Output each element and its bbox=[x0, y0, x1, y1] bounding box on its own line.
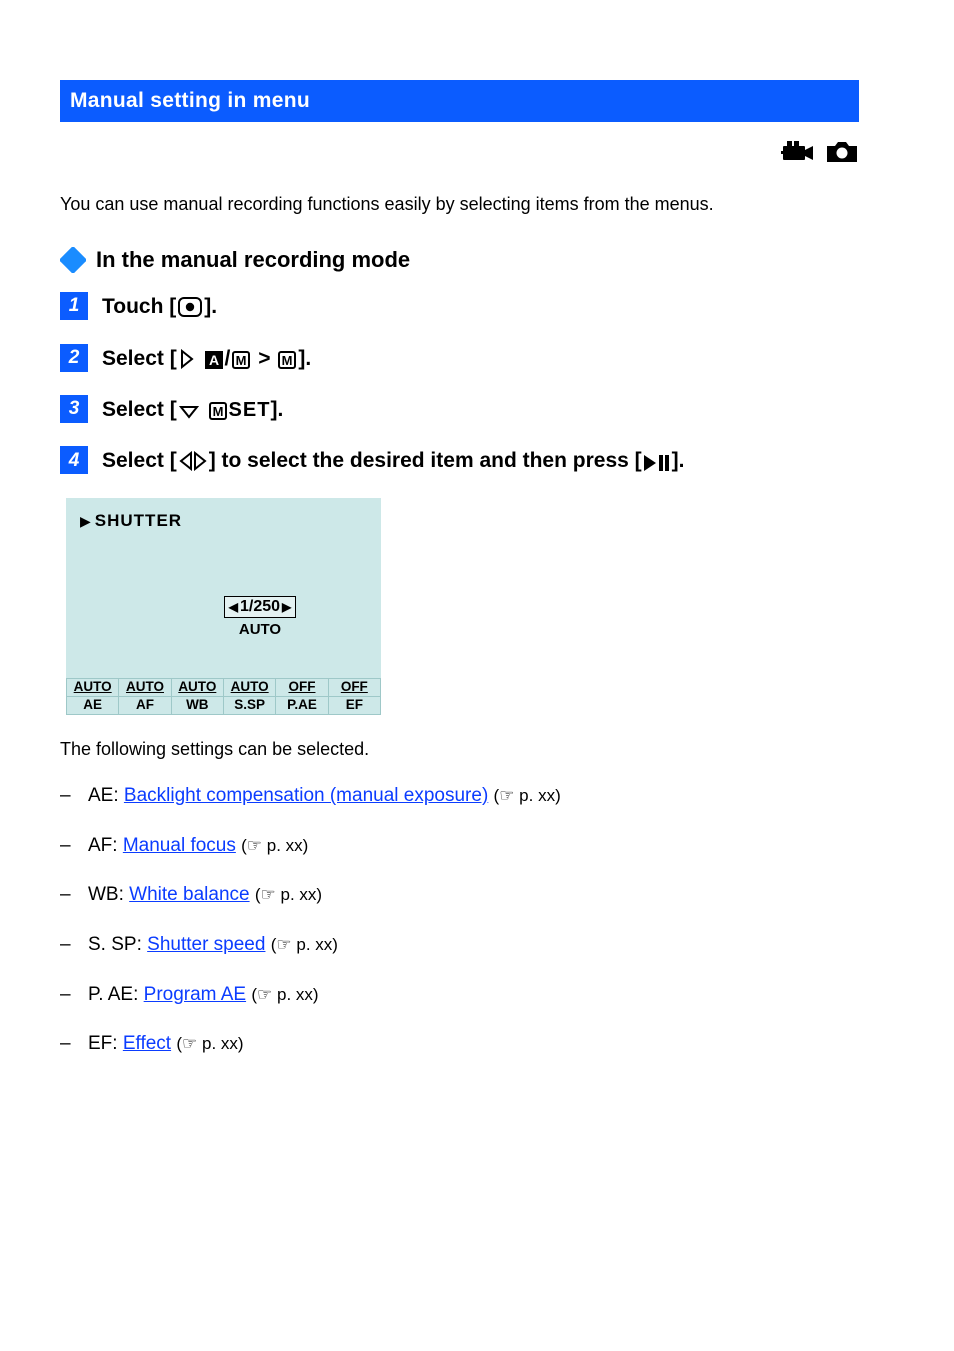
bullet: – bbox=[60, 1031, 88, 1057]
setting-link-ae[interactable]: Backlight compensation (manual exposure) bbox=[124, 785, 488, 806]
list-item: – AE: Backlight compensation (manual exp… bbox=[60, 783, 859, 809]
cell: OFF bbox=[276, 678, 328, 696]
lead-label: In the manual recording mode bbox=[96, 245, 410, 275]
right-arrow-icon bbox=[179, 349, 195, 369]
left-right-arrows-icon bbox=[179, 451, 207, 471]
settings-list: – AE: Backlight compensation (manual exp… bbox=[60, 783, 859, 1057]
set-text: SET bbox=[229, 399, 271, 421]
step-2: 2 Select [ A / M > M ]. bbox=[60, 344, 859, 373]
diamond-icon bbox=[60, 247, 86, 273]
setting-link-wb[interactable]: White balance bbox=[129, 884, 249, 905]
page-ref: (☞ p. xx) bbox=[494, 786, 561, 805]
photo-mode-icon bbox=[825, 140, 859, 170]
bullet: – bbox=[60, 882, 88, 908]
step-1-text-a: Touch [ bbox=[102, 295, 176, 318]
setting-label: S. SP: bbox=[88, 934, 147, 955]
lcd-table: AUTO AUTO AUTO AUTO OFF OFF AE AF WB S.S… bbox=[66, 678, 381, 715]
step-3-text-a: Select [ bbox=[102, 398, 177, 421]
lcd-value: 1/250 bbox=[240, 596, 280, 618]
bullet: – bbox=[60, 833, 88, 859]
page-ref: (☞ p. xx) bbox=[271, 935, 338, 954]
step-4: 4 Select [ ] to select the desired item … bbox=[60, 446, 859, 475]
cell: OFF bbox=[328, 678, 380, 696]
play-triangle-icon: ▶ bbox=[80, 512, 91, 531]
list-item: – P. AE: Program AE (☞ p. xx) bbox=[60, 982, 859, 1008]
cell: AUTO bbox=[223, 678, 275, 696]
setting-label: AE: bbox=[88, 785, 124, 806]
step-2-text-a: Select [ bbox=[102, 347, 177, 370]
setting-label: EF: bbox=[88, 1033, 123, 1054]
a-box-icon: A bbox=[205, 351, 223, 369]
list-item: – WB: White balance (☞ p. xx) bbox=[60, 882, 859, 908]
section-title: Manual setting in menu bbox=[70, 87, 310, 115]
step-3: 3 Select [ M SET]. bbox=[60, 395, 859, 424]
step-4-text-b: ]. bbox=[672, 449, 685, 472]
setting-label: AF: bbox=[88, 835, 123, 856]
bullet: – bbox=[60, 932, 88, 958]
cell: AF bbox=[119, 696, 171, 714]
m-box-outline-icon: M bbox=[278, 351, 296, 369]
cell: AE bbox=[67, 696, 119, 714]
step-4-text-mid: ] to select the desired item and then pr… bbox=[209, 449, 642, 472]
svg-text:A: A bbox=[208, 352, 218, 368]
setting-link-pae[interactable]: Program AE bbox=[144, 984, 246, 1005]
cell: WB bbox=[171, 696, 223, 714]
step-number: 3 bbox=[60, 395, 88, 423]
step-1-text-b: ]. bbox=[204, 295, 217, 318]
step-number: 4 bbox=[60, 446, 88, 474]
step-number: 1 bbox=[60, 292, 88, 320]
settings-lead: The following settings can be selected. bbox=[60, 737, 859, 761]
intro-text: You can use manual recording functions e… bbox=[60, 192, 859, 216]
list-item: – S. SP: Shutter speed (☞ p. xx) bbox=[60, 932, 859, 958]
page-ref: (☞ p. xx) bbox=[255, 885, 322, 904]
setting-link-ef[interactable]: Effect bbox=[123, 1033, 171, 1054]
left-caret-icon: ◀ bbox=[229, 599, 238, 615]
list-item: – EF: Effect (☞ p. xx) bbox=[60, 1031, 859, 1057]
video-mode-icon bbox=[781, 140, 815, 170]
record-dot-icon bbox=[178, 297, 202, 317]
step-4-text-a: Select [ bbox=[102, 449, 177, 472]
list-item: – AF: Manual focus (☞ p. xx) bbox=[60, 833, 859, 859]
page-ref: (☞ p. xx) bbox=[251, 985, 318, 1004]
setting-label: WB: bbox=[88, 884, 129, 905]
step-number: 2 bbox=[60, 344, 88, 372]
m-box-outline-icon: M bbox=[209, 402, 227, 420]
cell: AUTO bbox=[171, 678, 223, 696]
cell: AUTO bbox=[119, 678, 171, 696]
down-arrow-icon bbox=[179, 404, 199, 420]
cell: AUTO bbox=[67, 678, 119, 696]
setting-link-af[interactable]: Manual focus bbox=[123, 835, 236, 856]
cell: EF bbox=[328, 696, 380, 714]
svg-text:M: M bbox=[212, 404, 223, 419]
cell: S.SP bbox=[223, 696, 275, 714]
bullet: – bbox=[60, 982, 88, 1008]
setting-link-ssp[interactable]: Shutter speed bbox=[147, 934, 265, 955]
step-2-text-b: ]. bbox=[298, 347, 311, 370]
m-box-outline-icon: M bbox=[232, 351, 250, 369]
setting-label: P. AE: bbox=[88, 984, 144, 1005]
play-pause-icon bbox=[644, 455, 670, 471]
section-header: Manual setting in menu bbox=[60, 80, 859, 122]
right-caret-icon: ▶ bbox=[282, 599, 291, 615]
step-2-text-mid: > bbox=[258, 347, 276, 370]
step-3-text-b: ]. bbox=[270, 398, 283, 421]
page-ref: (☞ p. xx) bbox=[241, 836, 308, 855]
bullet: – bbox=[60, 783, 88, 809]
lcd-auto: AUTO bbox=[224, 620, 296, 640]
lcd-screenshot: ▶ SHUTTER ◀ 1/250 ▶ AUTO AUTO AUTO AUTO … bbox=[66, 498, 381, 715]
page-ref: (☞ p. xx) bbox=[176, 1034, 243, 1053]
svg-text:M: M bbox=[236, 353, 247, 368]
cell: P.AE bbox=[276, 696, 328, 714]
lcd-shutter-label: SHUTTER bbox=[95, 510, 182, 533]
svg-text:M: M bbox=[282, 353, 293, 368]
step-1: 1 Touch [ ]. bbox=[60, 292, 859, 321]
